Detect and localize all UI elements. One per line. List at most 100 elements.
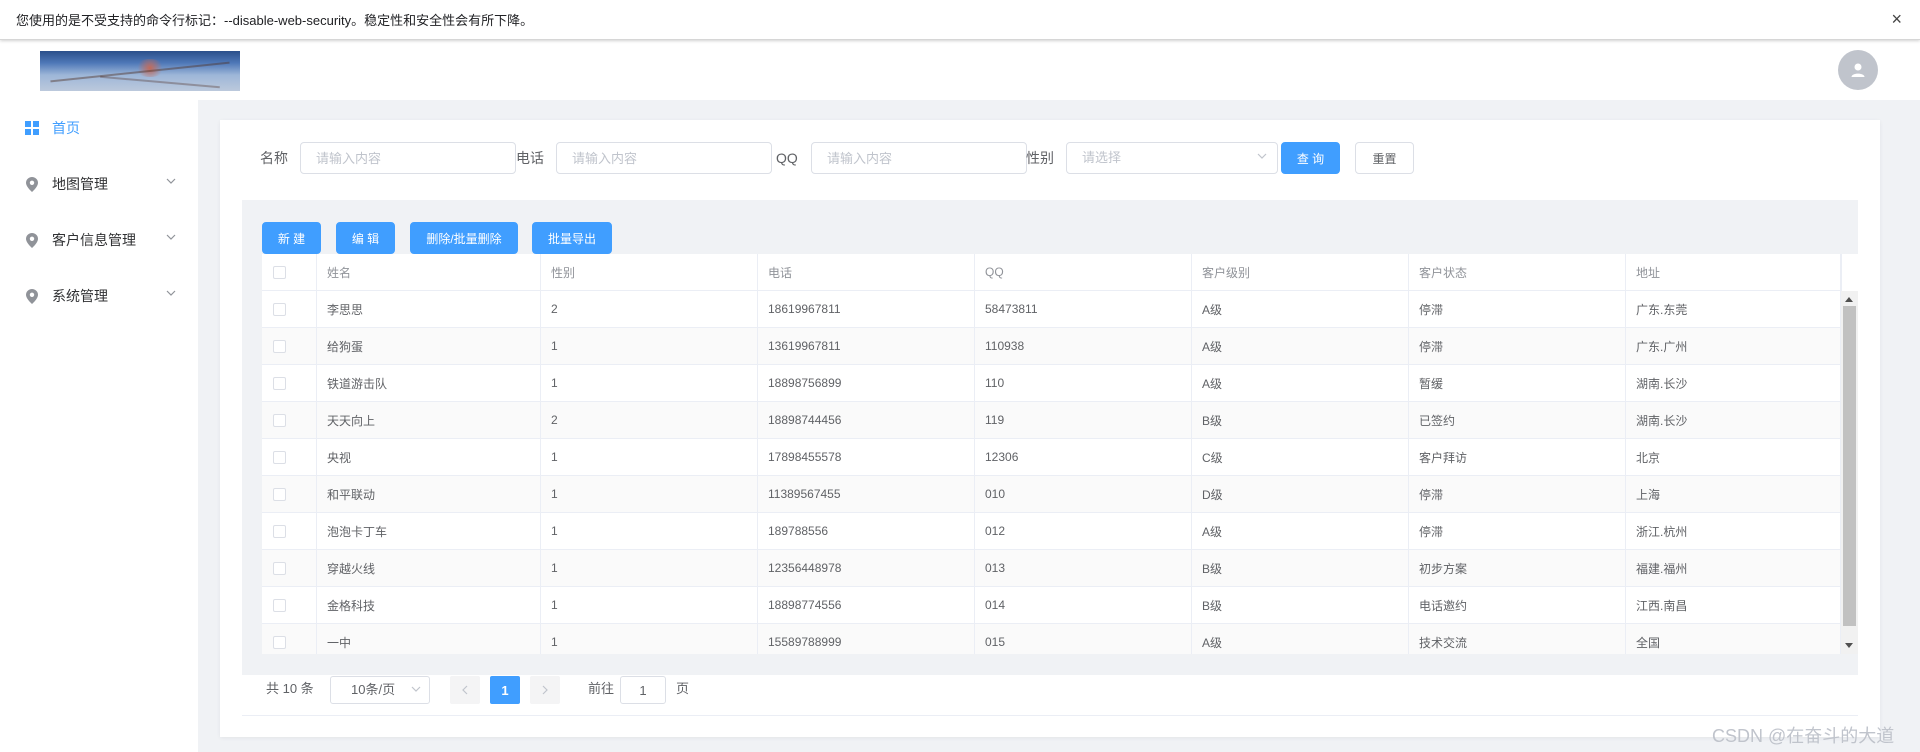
column-header[interactable]: 性别 xyxy=(541,254,758,290)
row-checkbox[interactable] xyxy=(273,376,286,390)
location-icon xyxy=(24,176,40,192)
table-row[interactable]: 天天向上 2 18898744456 119 B级 已签约 湖南.长沙 xyxy=(262,402,1858,439)
chevron-down-icon xyxy=(166,234,176,240)
column-header[interactable]: 地址 xyxy=(1626,254,1841,290)
sidebar-item-customer-info[interactable]: 客户信息管理 xyxy=(0,212,198,268)
sidebar-item-label: 系统管理 xyxy=(52,288,108,304)
table-row[interactable]: 给狗蛋 1 13619967811 110938 A级 停滞 广东.广州 xyxy=(262,328,1858,365)
batch-delete-button[interactable]: 删除/批量删除 xyxy=(410,222,518,254)
grid-icon xyxy=(24,120,40,136)
cell-level: A级 xyxy=(1192,328,1409,364)
cell-level: A级 xyxy=(1192,365,1409,401)
column-header[interactable]: QQ xyxy=(975,254,1192,290)
table-row[interactable]: 和平联动 1 11389567455 010 D级 停滞 上海 xyxy=(262,476,1858,513)
cell-status: 停滞 xyxy=(1409,291,1626,327)
cell-phone: 12356448978 xyxy=(758,550,975,586)
search-form: 名称 电话 QQ 性别 请选择 查 询 重置 xyxy=(220,142,1880,174)
cell-address: 全国 xyxy=(1626,624,1841,654)
scroll-down-arrow-icon[interactable] xyxy=(1845,643,1853,648)
page-number-button[interactable]: 1 xyxy=(490,676,520,704)
cell-qq: 110938 xyxy=(975,328,1192,364)
name-label: 名称 xyxy=(260,150,288,166)
column-header[interactable]: 姓名 xyxy=(317,254,541,290)
cell-name: 给狗蛋 xyxy=(317,328,541,364)
row-checkbox[interactable] xyxy=(273,598,286,612)
sidebar-item-system-management[interactable]: 系统管理 xyxy=(0,268,198,324)
column-header[interactable]: 电话 xyxy=(758,254,975,290)
table-row[interactable]: 李思思 2 18619967811 58473811 A级 停滞 广东.东莞 xyxy=(262,291,1858,328)
table-row[interactable]: 一中 1 15589788999 015 A级 技术交流 全国 xyxy=(262,624,1858,654)
sidebar-item-label: 首页 xyxy=(52,120,80,136)
name-search-input[interactable] xyxy=(300,142,516,174)
row-checkbox[interactable] xyxy=(273,561,286,575)
cell-phone: 15589788999 xyxy=(758,624,975,654)
cell-level: C级 xyxy=(1192,439,1409,475)
scroll-up-arrow-icon[interactable] xyxy=(1845,297,1853,302)
prev-page-button[interactable] xyxy=(450,676,480,704)
cell-address: 江西.南昌 xyxy=(1626,587,1841,623)
cell-address: 广东.东莞 xyxy=(1626,291,1841,327)
gender-select[interactable]: 请选择 xyxy=(1066,142,1278,174)
logo-banner[interactable] xyxy=(40,51,240,91)
location-icon xyxy=(24,288,40,304)
row-checkbox[interactable] xyxy=(273,450,286,464)
row-checkbox[interactable] xyxy=(273,302,286,316)
cell-status: 暂缓 xyxy=(1409,365,1626,401)
cell-qq: 012 xyxy=(975,513,1192,549)
cell-qq: 015 xyxy=(975,624,1192,654)
row-checkbox[interactable] xyxy=(273,487,286,501)
table-row[interactable]: 央视 1 17898455578 12306 C级 客户拜访 北京 xyxy=(262,439,1858,476)
cell-qq: 010 xyxy=(975,476,1192,512)
cell-name: 天天向上 xyxy=(317,402,541,438)
cell-status: 停滞 xyxy=(1409,513,1626,549)
cell-name: 金格科技 xyxy=(317,587,541,623)
table-row[interactable]: 泡泡卡丁车 1 189788556 012 A级 停滞 浙江.杭州 xyxy=(262,513,1858,550)
goto-page-input[interactable] xyxy=(620,676,666,704)
divider xyxy=(242,715,1858,716)
cell-level: B级 xyxy=(1192,402,1409,438)
edit-button[interactable]: 编 辑 xyxy=(336,222,395,254)
cell-qq: 013 xyxy=(975,550,1192,586)
phone-search-input[interactable] xyxy=(556,142,772,174)
select-all-checkbox[interactable] xyxy=(273,265,286,279)
cell-qq: 12306 xyxy=(975,439,1192,475)
row-checkbox[interactable] xyxy=(273,524,286,538)
row-checkbox[interactable] xyxy=(273,413,286,427)
close-icon[interactable]: × xyxy=(1891,9,1902,30)
table-scrollbar[interactable] xyxy=(1841,291,1858,654)
cell-phone: 18898756899 xyxy=(758,365,975,401)
row-checkbox[interactable] xyxy=(273,339,286,353)
cell-address: 浙江.杭州 xyxy=(1626,513,1841,549)
column-header[interactable]: 客户级别 xyxy=(1192,254,1409,290)
infobar-text: 您使用的是不受支持的命令行标记：--disable-web-security。稳… xyxy=(16,13,534,28)
row-checkbox[interactable] xyxy=(273,635,286,649)
new-button[interactable]: 新 建 xyxy=(262,222,321,254)
cell-phone: 189788556 xyxy=(758,513,975,549)
sidebar-item-map-management[interactable]: 地图管理 xyxy=(0,156,198,212)
table-panel: 新 建 编 辑 删除/批量删除 批量导出 姓名 性别 电话 QQ 客户级别 客户… xyxy=(242,200,1858,675)
qq-search-input[interactable] xyxy=(811,142,1027,174)
table-header: 姓名 性别 电话 QQ 客户级别 客户状态 地址 xyxy=(262,254,1858,291)
unsupported-flag-infobar: 您使用的是不受支持的命令行标记：--disable-web-security。稳… xyxy=(0,0,1920,40)
user-avatar[interactable] xyxy=(1838,50,1878,90)
table-row[interactable]: 铁道游击队 1 18898756899 110 A级 暂缓 湖南.长沙 xyxy=(262,365,1858,402)
cell-level: D级 xyxy=(1192,476,1409,512)
cell-qq: 014 xyxy=(975,587,1192,623)
cell-status: 已签约 xyxy=(1409,402,1626,438)
batch-export-button[interactable]: 批量导出 xyxy=(532,222,612,254)
cell-phone: 17898455578 xyxy=(758,439,975,475)
cell-gender: 1 xyxy=(541,328,758,364)
main-content-card: 名称 电话 QQ 性别 请选择 查 询 重置 新 建 编 辑 删除/批量删除 批… xyxy=(220,120,1880,737)
table-row[interactable]: 穿越火线 1 12356448978 013 B级 初步方案 福建.福州 xyxy=(262,550,1858,587)
sidebar-item-home[interactable]: 首页 xyxy=(0,100,198,156)
next-page-button[interactable] xyxy=(530,676,560,704)
query-button[interactable]: 查 询 xyxy=(1281,142,1340,174)
column-header[interactable]: 客户状态 xyxy=(1409,254,1626,290)
watermark-text: CSDN @在奋斗的大道 xyxy=(1712,726,1895,746)
scrollbar-thumb[interactable] xyxy=(1843,306,1856,626)
table-row[interactable]: 金格科技 1 18898774556 014 B级 电话邀约 江西.南昌 xyxy=(262,587,1858,624)
reset-button[interactable]: 重置 xyxy=(1355,142,1414,174)
cell-status: 初步方案 xyxy=(1409,550,1626,586)
chevron-right-icon xyxy=(542,685,548,695)
page-size-select[interactable]: 10条/页 xyxy=(330,676,430,704)
